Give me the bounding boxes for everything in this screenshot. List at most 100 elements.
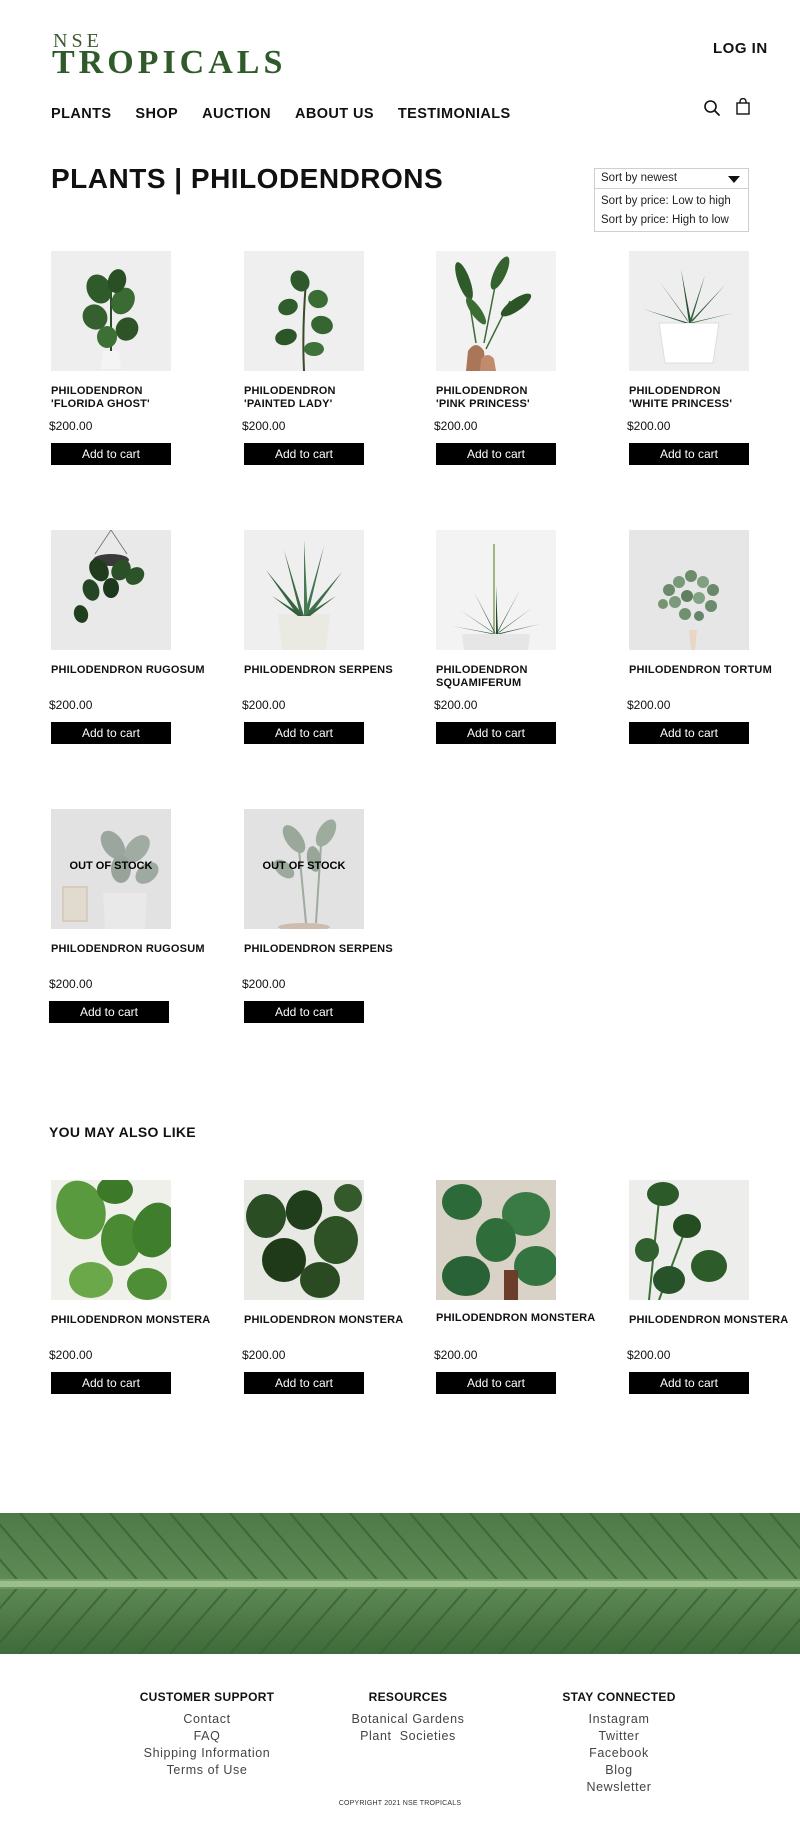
product-name[interactable]: PHILODENDRON MONSTERA [436,1312,596,1325]
add-to-cart-button[interactable]: Add to cart [49,1001,169,1023]
product-price: $200.00 [242,698,286,712]
footer-link-twitter[interactable]: Twitter [519,1728,719,1745]
nav-about-us[interactable]: ABOUT US [295,106,374,122]
product-image-bird-of-paradise[interactable] [436,251,556,371]
sort-dropdown[interactable]: Sort by newest Sort by price: Low to hig… [594,168,749,232]
product-price: $200.00 [242,1348,286,1362]
product-name[interactable]: PHILODENDRON 'WHITE PRINCESS' [629,385,789,411]
add-to-cart-button[interactable]: Add to cart [436,722,556,744]
add-to-cart-button[interactable]: Add to cart [244,1372,364,1394]
footer-heading: CUSTOMER SUPPORT [139,1690,275,1704]
product-name[interactable]: PHILODENDRON 'PAINTED LADY' [244,385,404,411]
product-card[interactable]: PHILODENDRON 'PINK PRINCESS' $200.00 Add… [434,251,556,465]
nav-plants[interactable]: PLANTS [51,106,111,122]
product-image-fiddle-leaf[interactable] [51,251,171,371]
sort-option-low-high[interactable]: Sort by price: Low to high [595,189,748,210]
related-card[interactable]: PHILODENDRON MONSTERA $200.00 Add to car… [49,1180,210,1394]
product-name[interactable]: PHILODENDRON MONSTERA [244,1314,404,1327]
footer-link-newsletter[interactable]: Newsletter [519,1779,719,1796]
footer-resources: RESOURCES Botanical Gardens Plant Societ… [308,1690,508,1745]
product-image-eucalyptus[interactable] [629,530,749,650]
footer-link-blog[interactable]: Blog [519,1762,719,1779]
product-name[interactable]: PHILODENDRON MONSTERA [629,1314,789,1327]
product-name[interactable]: PHILODENDRON RUGOSUM [51,664,211,677]
add-to-cart-button[interactable]: Add to cart [51,443,171,465]
product-card[interactable]: PHILODENDRON SERPENS $200.00 Add to cart [242,530,393,744]
sort-selected-label: Sort by newest [601,172,678,184]
product-price: $200.00 [627,698,671,712]
product-card[interactable]: PHILODENDRON 'WHITE PRINCESS' $200.00 Ad… [627,251,749,465]
product-name[interactable]: PHILODENDRON 'PINK PRINCESS' [436,385,596,411]
product-image-monstera[interactable] [244,1180,364,1300]
product-name[interactable]: PHILODENDRON 'FLORIDA GHOST' [51,385,211,411]
related-card[interactable]: PHILODENDRON MONSTERA $200.00 Add to car… [434,1180,595,1394]
product-price: $200.00 [434,1348,478,1362]
product-image-agave[interactable] [629,251,749,371]
product-name[interactable]: PHILODENDRON SERPENS [244,943,404,956]
footer-link-terms[interactable]: Terms of Use [107,1762,307,1779]
shopping-bag-icon[interactable] [735,97,755,118]
out-of-stock-label: OUT OF STOCK [262,860,346,872]
add-to-cart-button[interactable]: Add to cart [244,443,364,465]
product-name[interactable]: PHILODENDRON SQUAMIFERUM [436,664,596,690]
product-image-monstera[interactable] [436,1180,556,1300]
brand-logo[interactable]: NSE TROPICALS [52,28,282,81]
product-name[interactable]: PHILODENDRON SERPENS [244,664,404,677]
nav-auction[interactable]: AUCTION [202,106,271,122]
add-to-cart-button[interactable]: Add to cart [244,722,364,744]
search-icon[interactable] [703,99,723,119]
add-to-cart-button[interactable]: Add to cart [629,722,749,744]
nav-testimonials[interactable]: TESTIMONIALS [398,106,511,122]
add-to-cart-button[interactable]: Add to cart [629,443,749,465]
footer-link-contact[interactable]: Contact [107,1711,307,1728]
footer-link-plant-societies[interactable]: Plant Societies [308,1728,508,1745]
product-card[interactable]: PHILODENDRON TORTUM $200.00 Add to cart [627,530,772,744]
out-of-stock-label: OUT OF STOCK [69,860,153,872]
product-image-monstera[interactable] [51,1180,171,1300]
product-name[interactable]: PHILODENDRON RUGOSUM [51,943,211,956]
product-image-rubber-plant[interactable] [244,251,364,371]
footer-link-botanical-gardens[interactable]: Botanical Gardens [308,1711,508,1728]
footer-heading: RESOURCES [368,1690,448,1704]
product-card[interactable]: PHILODENDRON 'PAINTED LADY' $200.00 Add … [242,251,364,465]
related-card[interactable]: PHILODENDRON MONSTERA $200.00 Add to car… [627,1180,788,1394]
related-card[interactable]: PHILODENDRON MONSTERA $200.00 Add to car… [242,1180,403,1394]
nav-shop[interactable]: SHOP [135,106,178,122]
add-to-cart-button[interactable]: Add to cart [629,1372,749,1394]
product-price: $200.00 [49,1348,93,1362]
product-image-serpens[interactable]: OUT OF STOCK [244,809,364,929]
product-card[interactable]: OUT OF STOCK PHILODENDRON SERPENS $200.0… [242,809,393,1023]
product-image-monstera[interactable] [629,1180,749,1300]
product-price: $200.00 [49,977,93,991]
product-price: $200.00 [627,419,671,433]
footer-heading: STAY CONNECTED [562,1690,676,1704]
product-image-zebra-succulent[interactable] [244,530,364,650]
caret-down-icon [728,176,740,183]
footer-link-faq[interactable]: FAQ [107,1728,307,1745]
add-to-cart-button[interactable]: Add to cart [436,443,556,465]
product-price: $200.00 [627,1348,671,1362]
add-to-cart-button[interactable]: Add to cart [244,1001,364,1023]
footer-link-instagram[interactable]: Instagram [519,1711,719,1728]
footer-customer-support: CUSTOMER SUPPORT Contact FAQ Shipping In… [107,1690,307,1779]
add-to-cart-button[interactable]: Add to cart [436,1372,556,1394]
product-card[interactable]: PHILODENDRON 'FLORIDA GHOST' $200.00 Add… [49,251,171,465]
copyright-text: COPYRIGHT 2021 NSE TROPICALS [338,1800,462,1807]
login-link[interactable]: LOG IN [713,40,768,57]
product-price: $200.00 [434,698,478,712]
footer-link-shipping[interactable]: Shipping Information [107,1745,307,1762]
add-to-cart-button[interactable]: Add to cart [51,722,171,744]
product-name[interactable]: PHILODENDRON TORTUM [629,664,789,677]
product-image-hanging-pothos[interactable] [51,530,171,650]
sort-selected[interactable]: Sort by newest [595,169,748,189]
footer-link-facebook[interactable]: Facebook [519,1745,719,1762]
add-to-cart-button[interactable]: Add to cart [51,1372,171,1394]
product-card[interactable]: OUT OF STOCK PHILODENDRON RUGOSUM $200.0… [49,809,205,1023]
product-image-squamiferum[interactable] [436,530,556,650]
sort-option-high-low[interactable]: Sort by price: High to low [595,210,748,231]
product-name[interactable]: PHILODENDRON MONSTERA [51,1314,211,1327]
product-card[interactable]: PHILODENDRON RUGOSUM $200.00 Add to cart [49,530,205,744]
product-image-calathea[interactable]: OUT OF STOCK [51,809,171,929]
product-card[interactable]: PHILODENDRON SQUAMIFERUM $200.00 Add to … [434,530,556,744]
product-price: $200.00 [242,419,286,433]
